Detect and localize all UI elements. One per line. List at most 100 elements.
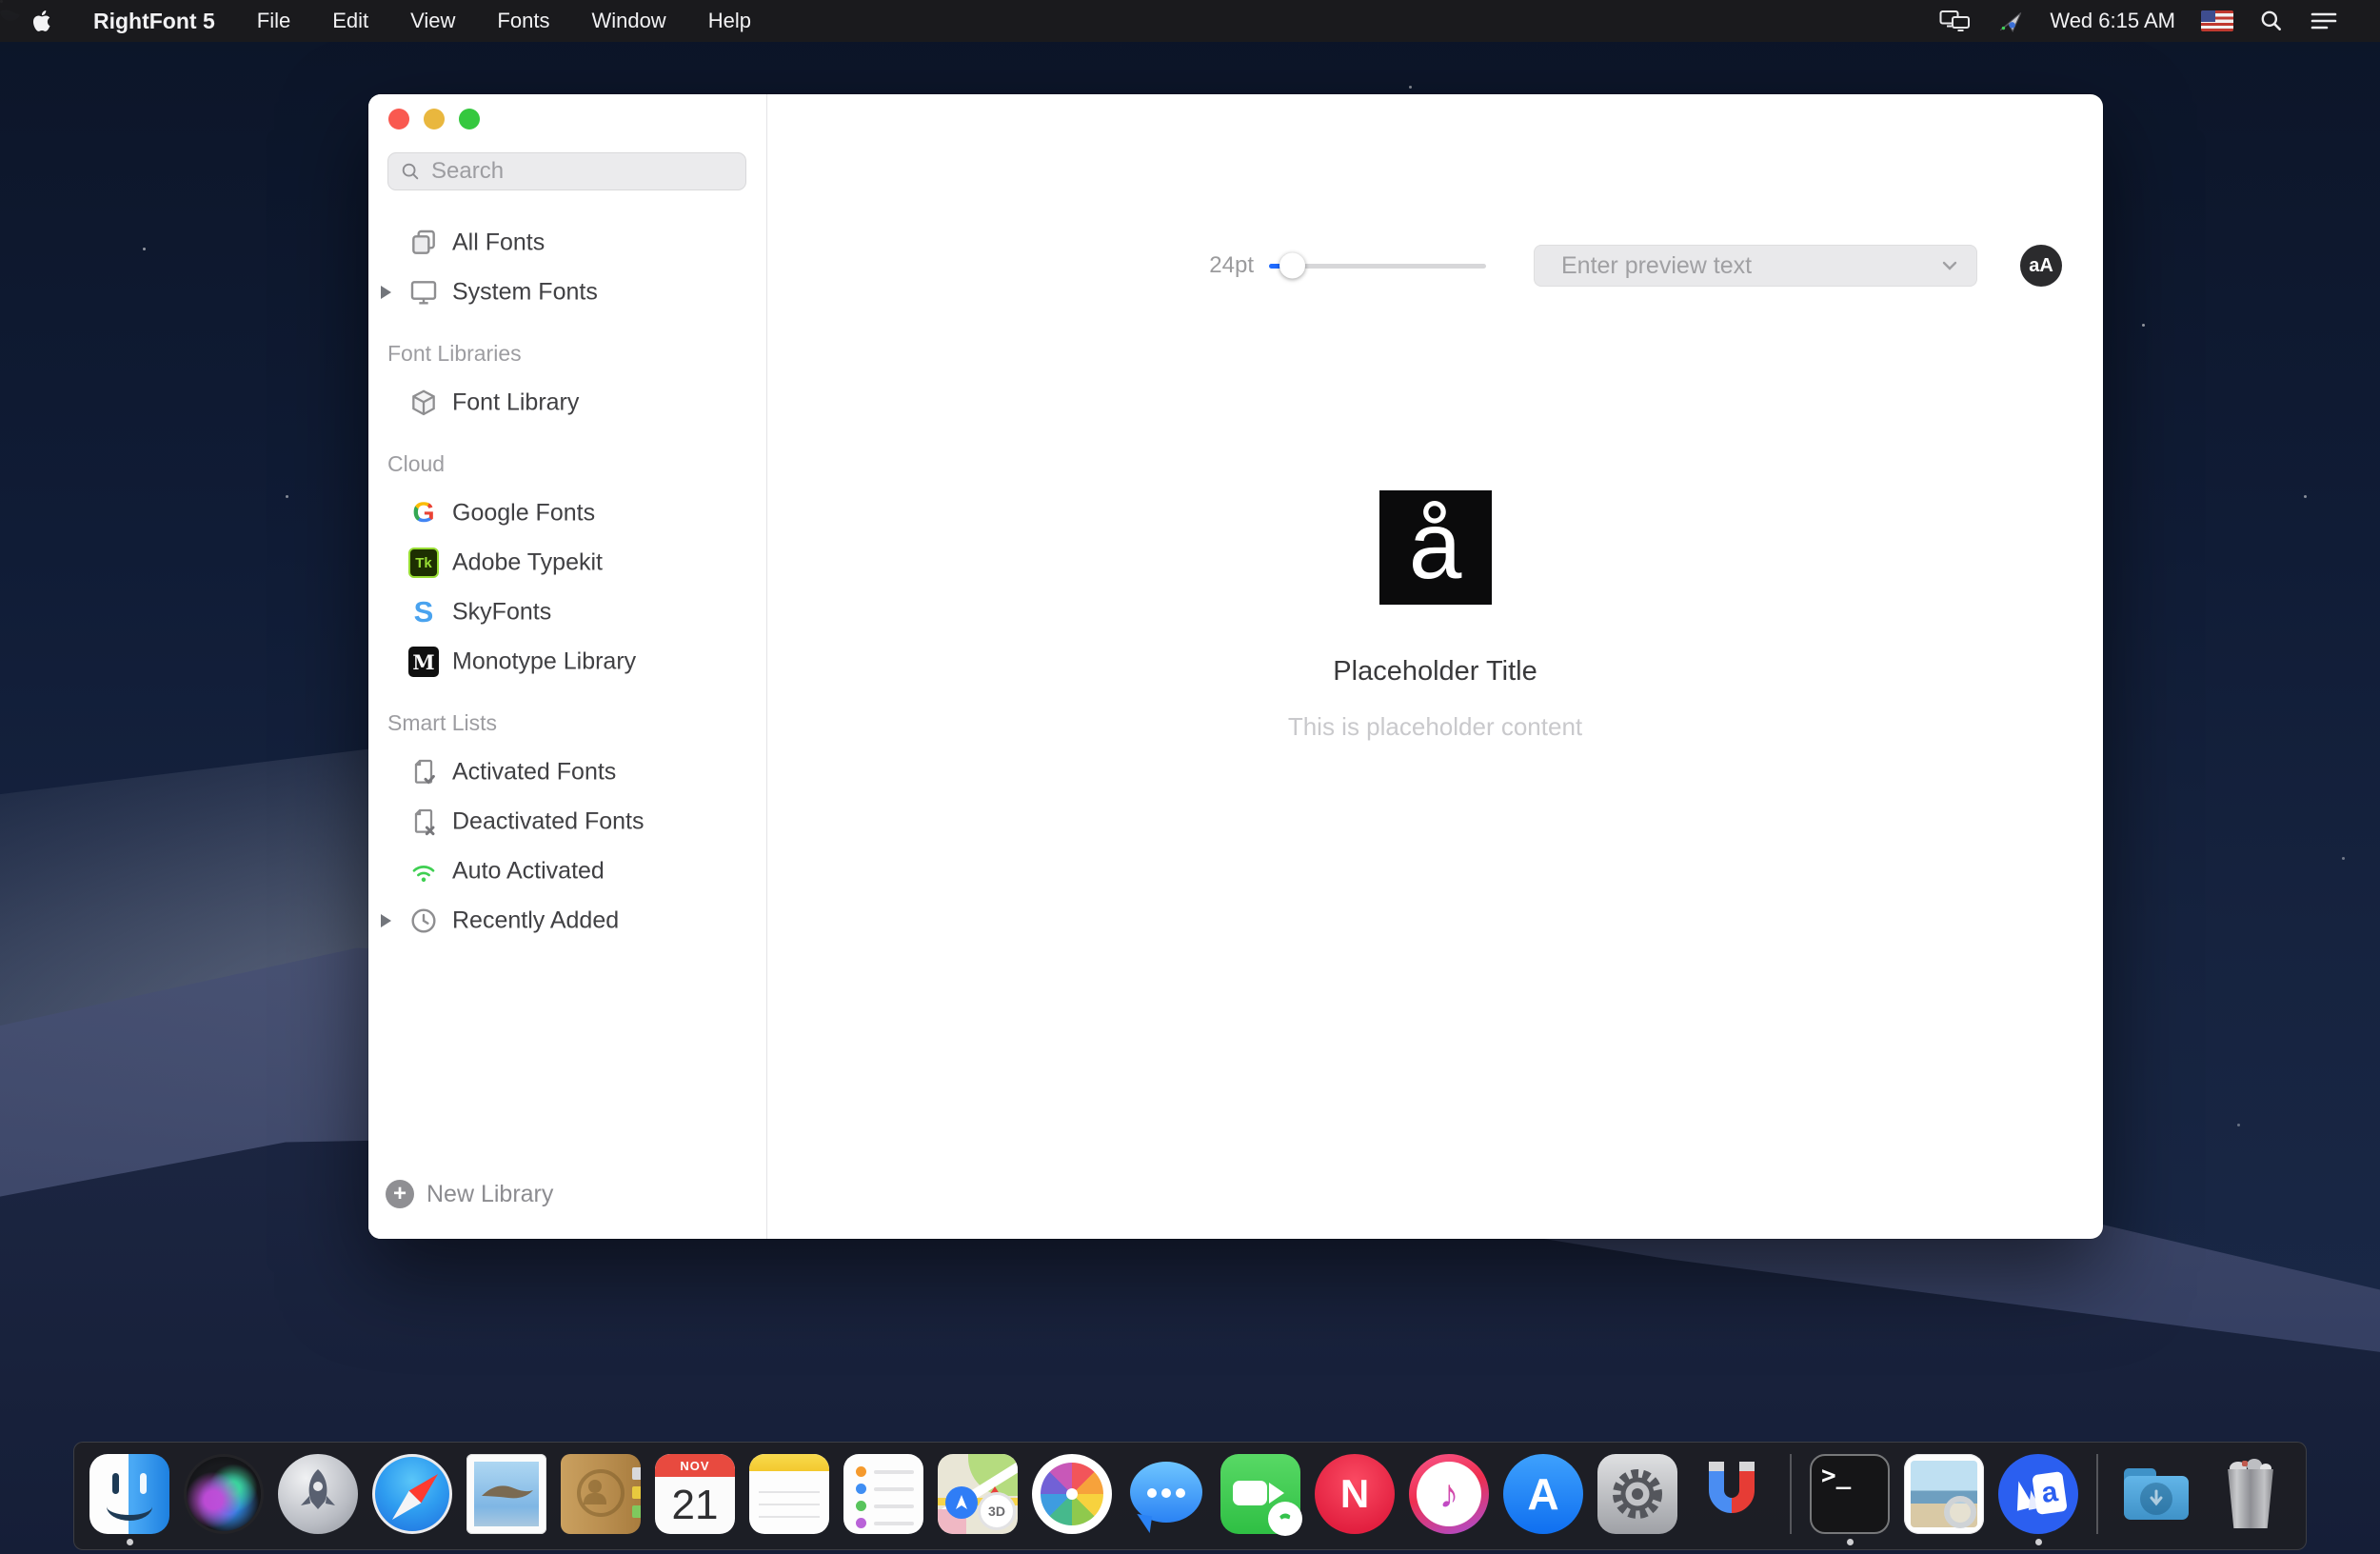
google-logo-icon: G	[407, 496, 441, 530]
reminders-icon	[843, 1454, 923, 1534]
dock-item-photos[interactable]	[1032, 1454, 1112, 1545]
sidebar-item-all-fonts[interactable]: All Fonts	[368, 218, 765, 268]
dock-item-preview[interactable]	[1904, 1454, 1984, 1545]
disclosure-triangle-icon[interactable]	[381, 914, 391, 927]
maps-3d-dial: 3D	[978, 1492, 1016, 1530]
news-icon: N	[1315, 1454, 1395, 1534]
sidebar-item-skyfonts[interactable]: S SkyFonts	[368, 588, 765, 637]
dock-item-system-preferences[interactable]	[1597, 1454, 1677, 1545]
preview-text-dropdown[interactable]: Enter preview text	[1534, 245, 1977, 287]
dock-item-finder[interactable]	[89, 1454, 169, 1545]
menu-edit[interactable]: Edit	[332, 9, 368, 33]
dock-separator	[1790, 1454, 1792, 1534]
messages-bubble-icon	[1126, 1454, 1206, 1534]
menu-fonts[interactable]: Fonts	[497, 9, 549, 33]
plus-icon: +	[386, 1180, 414, 1208]
search-input[interactable]	[429, 157, 734, 186]
empty-state: å Placeholder Title This is placeholder …	[767, 490, 2103, 742]
notification-list-icon[interactable]	[2310, 10, 2338, 32]
dock-item-siri[interactable]	[184, 1454, 264, 1545]
sidebar-item-font-library[interactable]: Font Library	[368, 378, 765, 428]
calendar-icon: NOV 21	[655, 1454, 735, 1534]
maps-navigation-arrow-icon	[945, 1486, 978, 1519]
disclosure-triangle-icon[interactable]	[381, 286, 391, 299]
cube-icon	[407, 386, 441, 420]
dock-item-reminders[interactable]	[843, 1454, 923, 1545]
dock: NOV 21 3D	[73, 1442, 2307, 1550]
maps-icon: 3D	[938, 1454, 1018, 1534]
minimize-button[interactable]	[424, 109, 445, 130]
search-field[interactable]	[387, 152, 746, 190]
dock-item-terminal[interactable]: >_	[1810, 1454, 1890, 1545]
dock-item-messages[interactable]	[1126, 1454, 1206, 1545]
sidebar-item-system-fonts[interactable]: System Fonts	[368, 268, 765, 317]
menu-file[interactable]: File	[257, 9, 290, 33]
dock-item-calendar[interactable]: NOV 21	[655, 1454, 735, 1545]
dock-item-app-store[interactable]: A	[1503, 1454, 1583, 1545]
sidebar-item-recently-added[interactable]: Recently Added	[368, 896, 765, 946]
placeholder-title: Placeholder Title	[1333, 656, 1537, 687]
preview-pane: 24pt Enter preview text aA å Placeholder…	[767, 94, 2103, 1239]
sidebar-item-google-fonts[interactable]: G Google Fonts	[368, 488, 765, 538]
dock-item-notes[interactable]	[749, 1454, 829, 1545]
menu-help[interactable]: Help	[708, 9, 751, 33]
menu-view[interactable]: View	[410, 9, 455, 33]
photos-pinwheel-icon	[1032, 1454, 1112, 1534]
document-check-icon	[407, 755, 441, 789]
monotype-logo-icon: M	[407, 645, 441, 679]
dock-item-maps[interactable]: 3D	[938, 1454, 1018, 1545]
dock-item-mail[interactable]	[466, 1454, 546, 1545]
dock-item-facetime[interactable]	[1220, 1454, 1300, 1545]
us-flag-icon[interactable]	[2201, 10, 2233, 31]
wifi-icon	[407, 854, 441, 888]
sidebar-item-adobe-typekit[interactable]: Tk Adobe Typekit	[368, 538, 765, 588]
zoom-button[interactable]	[459, 109, 480, 130]
facetime-camera-icon	[1220, 1454, 1300, 1534]
gear-icon	[1597, 1454, 1677, 1534]
slider-knob[interactable]	[1279, 253, 1305, 279]
launchpad-rocket-icon	[278, 1454, 358, 1534]
all-fonts-icon	[407, 226, 441, 260]
window-controls	[388, 109, 480, 130]
safari-compass-icon	[372, 1454, 452, 1534]
section-header-smart-lists: Smart Lists	[368, 698, 765, 747]
dock-item-safari[interactable]	[372, 1454, 452, 1545]
downloads-folder-icon	[2116, 1454, 2196, 1534]
new-library-button[interactable]: + New Library	[386, 1180, 553, 1208]
display-mode-button[interactable]: aA	[2020, 245, 2062, 287]
finder-icon	[89, 1454, 169, 1534]
menubar-clock[interactable]: Wed 6:15 AM	[2050, 9, 2175, 33]
menu-window[interactable]: Window	[591, 9, 665, 33]
dock-item-launchpad[interactable]	[278, 1454, 358, 1545]
menubar-app-name[interactable]: RightFont 5	[93, 9, 215, 34]
rightfont-window: All Fonts System Fonts Font Libraries Fo…	[368, 94, 2103, 1239]
close-button[interactable]	[388, 109, 409, 130]
sidebar-item-deactivated-fonts[interactable]: Deactivated Fonts	[368, 797, 765, 847]
dock-item-contacts[interactable]	[561, 1454, 641, 1545]
spotlight-search-icon[interactable]	[2259, 9, 2284, 33]
placeholder-subtitle: This is placeholder content	[1288, 712, 1582, 742]
section-header-font-libraries: Font Libraries	[368, 329, 765, 378]
search-icon	[400, 161, 421, 182]
font-size-slider[interactable]	[1269, 264, 1486, 269]
sidebar-item-auto-activated[interactable]: Auto Activated	[368, 847, 765, 896]
menu-bar: RightFont 5 File Edit View Fonts Window …	[0, 0, 2380, 42]
dock-item-music[interactable]: ♪	[1409, 1454, 1489, 1545]
dock-item-downloads[interactable]	[2116, 1454, 2196, 1545]
section-header-cloud: Cloud	[368, 439, 765, 488]
sidebar-item-activated-fonts[interactable]: Activated Fonts	[368, 747, 765, 797]
dock-item-magnet[interactable]	[1692, 1454, 1772, 1545]
pointer-app-icon[interactable]	[1997, 8, 2024, 34]
preview-toolbar: 24pt Enter preview text aA	[1209, 245, 2062, 287]
apple-menu-icon[interactable]	[32, 10, 51, 32]
display-mirroring-icon[interactable]	[1939, 9, 1972, 33]
dock-item-rightfont[interactable]: a	[1998, 1454, 2078, 1545]
monitor-icon	[407, 275, 441, 309]
sidebar-item-monotype-library[interactable]: M Monotype Library	[368, 637, 765, 687]
dock-item-news[interactable]: N	[1315, 1454, 1395, 1545]
siri-icon	[184, 1454, 264, 1534]
mail-stamp-icon	[466, 1454, 546, 1534]
dock-item-trash[interactable]	[2211, 1454, 2291, 1545]
calendar-month: NOV	[655, 1454, 735, 1477]
rightfont-app-icon: a	[1998, 1454, 2078, 1534]
